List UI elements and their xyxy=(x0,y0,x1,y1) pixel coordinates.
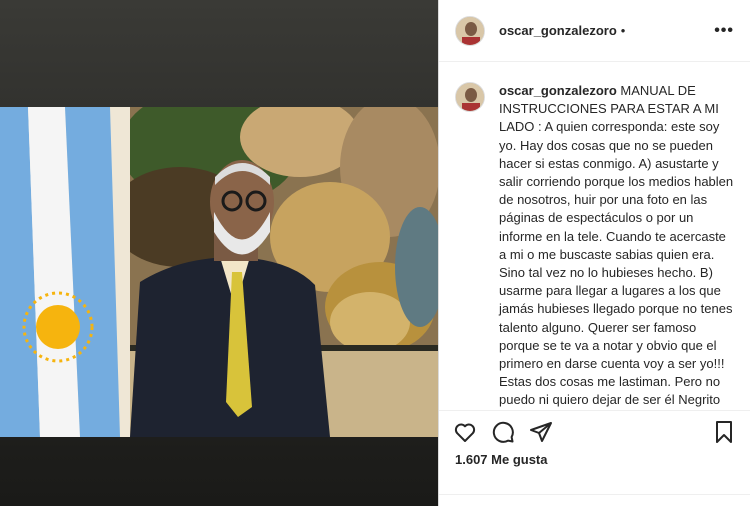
caption: oscar_gonzalezoro MANUAL DE INSTRUCCIONE… xyxy=(499,82,734,410)
caption-body: MANUAL DE INSTRUCCIONES PARA ESTAR A MI … xyxy=(499,83,734,408)
post-image xyxy=(0,107,438,437)
bookmark-icon[interactable] xyxy=(712,420,736,444)
more-icon[interactable]: ••• xyxy=(714,22,734,40)
avatar-image xyxy=(456,16,484,45)
comment-icon[interactable] xyxy=(491,420,515,444)
post-sidebar: oscar_gonzalezoro • ••• oscar_gonzalezor… xyxy=(438,0,750,506)
post-header: oscar_gonzalezoro • ••• xyxy=(439,0,750,62)
likes-count[interactable]: 1.607 Me gusta xyxy=(455,452,548,467)
username-link[interactable]: oscar_gonzalezoro xyxy=(499,23,617,38)
media-panel xyxy=(0,0,438,506)
post-photo[interactable] xyxy=(0,107,438,437)
avatar-image xyxy=(456,83,484,111)
caption-avatar[interactable] xyxy=(455,82,485,112)
caption-area: oscar_gonzalezoro MANUAL DE INSTRUCCIONE… xyxy=(439,62,750,410)
action-bar xyxy=(439,410,750,452)
share-icon[interactable] xyxy=(529,420,553,444)
heart-icon[interactable] xyxy=(453,420,477,444)
separator-dot: • xyxy=(620,23,626,38)
caption-username[interactable]: oscar_gonzalezoro xyxy=(499,83,617,98)
avatar[interactable] xyxy=(455,15,485,46)
comment-strip xyxy=(439,494,750,506)
